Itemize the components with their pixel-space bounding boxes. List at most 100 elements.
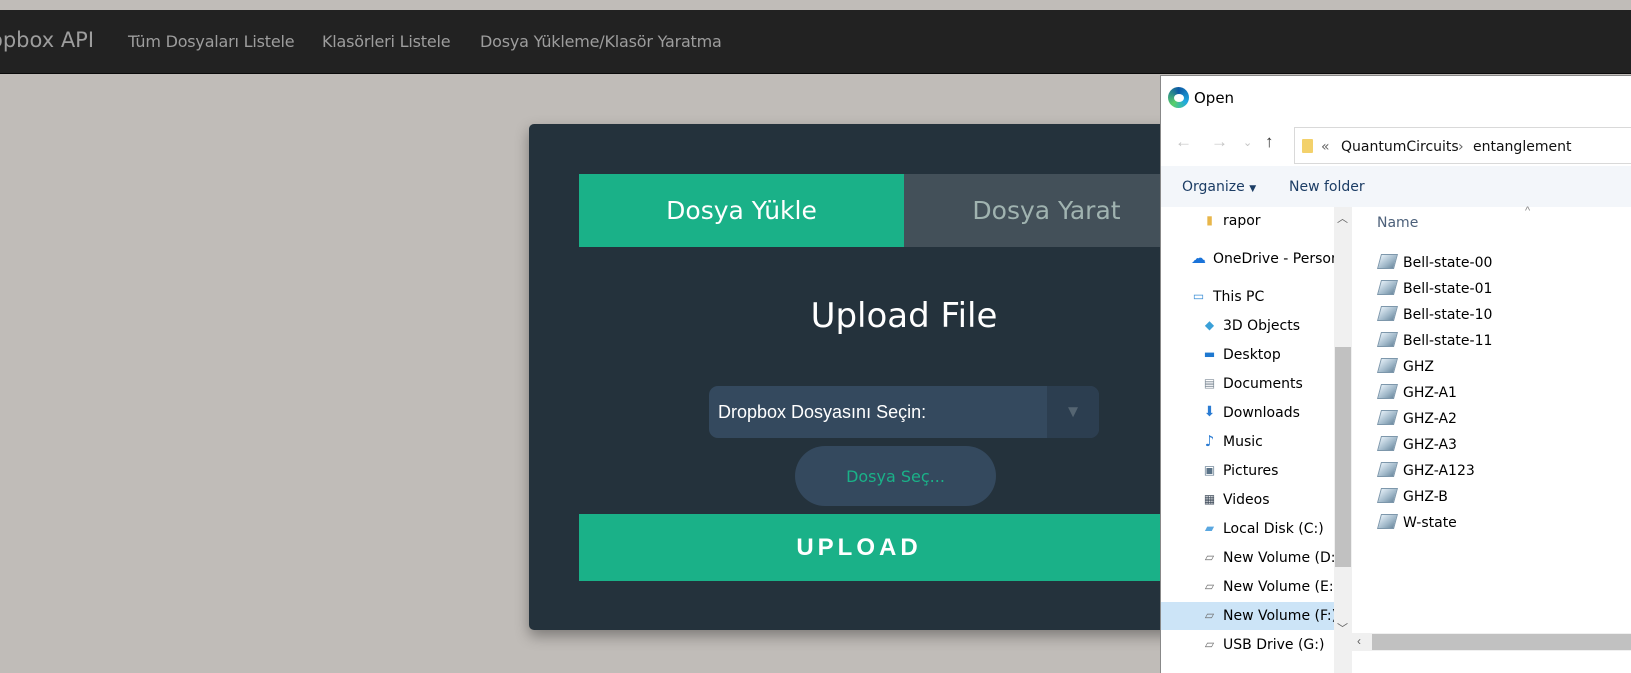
browser-top-strip — [0, 0, 1631, 10]
tree-item-label: rapor — [1223, 213, 1261, 229]
tree-item-label: Desktop — [1223, 347, 1281, 363]
file-list-scrollbar-thumb[interactable] — [1372, 634, 1631, 650]
file-label: Bell-state-11 — [1403, 333, 1493, 349]
file-label: GHZ-A123 — [1403, 463, 1475, 479]
tree-item-volume-f[interactable]: ▱ New Volume (F:) — [1161, 602, 1334, 630]
forward-arrow-icon[interactable]: → — [1211, 132, 1228, 152]
address-bar[interactable]: « QuantumCircuits › entanglement — [1294, 127, 1631, 164]
tree-item-label: New Volume (F:) — [1223, 608, 1334, 624]
upload-button[interactable]: UPLOAD — [579, 514, 1229, 581]
drive-icon: ▰ — [1204, 521, 1215, 535]
nav-link-list-all-files[interactable]: Tüm Dosyaları Listele — [128, 32, 295, 51]
upload-panel: Dosya Yükle Dosya Yarat Upload File Drop… — [529, 124, 1229, 630]
computer-icon: ▭ — [1192, 289, 1205, 303]
file-list: Name ^ Bell-state-00 Bell-state-01 Bell-… — [1352, 205, 1631, 673]
file-icon — [1376, 332, 1399, 347]
tree-scrollbar[interactable]: ︿ ﹀ — [1334, 207, 1352, 673]
sort-ascending-icon: ^ — [1525, 205, 1531, 217]
download-icon: ⬇ — [1203, 404, 1216, 420]
organize-label: Organize — [1182, 179, 1245, 195]
tree-item-documents[interactable]: ▤ Documents — [1161, 370, 1334, 398]
edge-logo-icon — [1168, 87, 1189, 108]
file-icon — [1376, 436, 1399, 451]
folder-icon — [1302, 139, 1313, 153]
tree-item-usb-drive[interactable]: ▱ USB Drive (G:) — [1161, 631, 1334, 659]
navigation-tree: ▮ rapor ☁ OneDrive - Person ▭ This PC ◆ … — [1161, 207, 1334, 673]
recent-chevron-icon[interactable]: ⌄ — [1243, 136, 1252, 149]
drive-icon: ▱ — [1204, 550, 1215, 564]
tree-item-label: Pictures — [1223, 463, 1279, 479]
file-label: GHZ-B — [1403, 489, 1448, 505]
tree-item-onedrive[interactable]: ☁ OneDrive - Person — [1161, 245, 1334, 273]
file-label: Bell-state-10 — [1403, 307, 1493, 323]
dropbox-file-select[interactable]: Dropbox Dosyasını Seçin: ▼ — [709, 386, 1099, 438]
dialog-title: Open — [1194, 89, 1235, 107]
scroll-down-icon[interactable]: ﹀ — [1337, 620, 1348, 636]
file-item[interactable]: Bell-state-01 — [1352, 276, 1631, 302]
video-icon: ▦ — [1203, 492, 1216, 506]
nav-link-upload-create[interactable]: Dosya Yükleme/Klasör Yaratma — [480, 32, 722, 51]
dialog-navigation-row: ← → ⌄ ↑ « QuantumCircuits › entanglement — [1161, 120, 1631, 166]
scroll-left-icon[interactable]: ‹ — [1357, 634, 1361, 648]
file-label: GHZ-A3 — [1403, 437, 1457, 453]
tree-item-videos[interactable]: ▦ Videos — [1161, 486, 1334, 514]
file-item[interactable]: GHZ-A3 — [1352, 432, 1631, 458]
chevron-down-icon[interactable]: ▼ — [1047, 386, 1099, 438]
tree-item-this-pc[interactable]: ▭ This PC — [1161, 283, 1334, 311]
tab-create-file[interactable]: Dosya Yarat — [904, 174, 1189, 247]
breadcrumb-quantumcircuits[interactable]: QuantumCircuits — [1341, 139, 1459, 155]
file-label: GHZ — [1403, 359, 1434, 375]
file-icon — [1376, 254, 1399, 269]
breadcrumb-entanglement[interactable]: entanglement — [1473, 139, 1571, 155]
tree-item-label: USB Drive (G:) — [1223, 637, 1325, 653]
file-item[interactable]: GHZ-A123 — [1352, 458, 1631, 484]
file-icon — [1376, 306, 1399, 321]
tree-item-local-disk-c[interactable]: ▰ Local Disk (C:) — [1161, 515, 1334, 543]
folder-icon: ▮ — [1206, 213, 1213, 227]
new-folder-button[interactable]: New folder — [1289, 179, 1365, 195]
tree-item-pictures[interactable]: ▣ Pictures — [1161, 457, 1334, 485]
tree-scrollbar-thumb[interactable] — [1335, 347, 1351, 567]
file-label: GHZ-A2 — [1403, 411, 1457, 427]
caret-down-icon: ▼ — [1249, 184, 1257, 194]
file-icon — [1376, 410, 1399, 425]
file-item[interactable]: Bell-state-00 — [1352, 250, 1631, 276]
tree-item-music[interactable]: ♪ Music — [1161, 428, 1334, 456]
back-arrow-icon[interactable]: ← — [1175, 132, 1192, 152]
file-item[interactable]: GHZ — [1352, 354, 1631, 380]
file-item[interactable]: W-state — [1352, 510, 1631, 536]
tree-item-3d-objects[interactable]: ◆ 3D Objects — [1161, 312, 1334, 340]
file-label: Bell-state-01 — [1403, 281, 1493, 297]
file-label: GHZ-A1 — [1403, 385, 1457, 401]
tree-item-downloads[interactable]: ⬇ Downloads — [1161, 399, 1334, 427]
file-item[interactable]: GHZ-B — [1352, 484, 1631, 510]
tree-item-rapor[interactable]: ▮ rapor — [1161, 207, 1334, 235]
file-item[interactable]: Bell-state-10 — [1352, 302, 1631, 328]
file-icon — [1376, 384, 1399, 399]
select-label: Dropbox Dosyasını Seçin: — [718, 402, 927, 422]
nav-link-list-folders[interactable]: Klasörleri Listele — [322, 32, 451, 51]
file-list-scrollbar[interactable]: ‹ — [1352, 633, 1631, 651]
tree-item-label: 3D Objects — [1223, 318, 1301, 334]
organize-button[interactable]: Organize ▼ — [1182, 179, 1256, 195]
tree-item-volume-e[interactable]: ▱ New Volume (E:) — [1161, 573, 1334, 601]
tree-item-label: OneDrive - Person — [1213, 251, 1334, 267]
tree-item-volume-d[interactable]: ▱ New Volume (D:) — [1161, 544, 1334, 572]
tree-item-label: Music — [1223, 434, 1263, 450]
navbar-brand[interactable]: opbox API — [0, 28, 94, 52]
file-label: Bell-state-00 — [1403, 255, 1493, 271]
file-icon — [1376, 280, 1399, 295]
tree-item-desktop[interactable]: ▬ Desktop — [1161, 341, 1334, 369]
path-overflow-chevron[interactable]: « — [1321, 139, 1330, 155]
navbar: opbox API Tüm Dosyaları Listele Klasörle… — [0, 10, 1631, 74]
column-header-name[interactable]: Name — [1377, 215, 1418, 231]
up-arrow-icon[interactable]: ↑ — [1265, 132, 1274, 152]
tab-upload-file[interactable]: Dosya Yükle — [579, 174, 904, 247]
picture-icon: ▣ — [1203, 463, 1216, 477]
choose-file-button[interactable]: Dosya Seç... — [795, 446, 996, 506]
file-item[interactable]: GHZ-A1 — [1352, 380, 1631, 406]
scroll-up-icon[interactable]: ︿ — [1337, 210, 1348, 226]
file-item[interactable]: GHZ-A2 — [1352, 406, 1631, 432]
cloud-icon: ☁ — [1191, 249, 1206, 267]
file-item[interactable]: Bell-state-11 — [1352, 328, 1631, 354]
